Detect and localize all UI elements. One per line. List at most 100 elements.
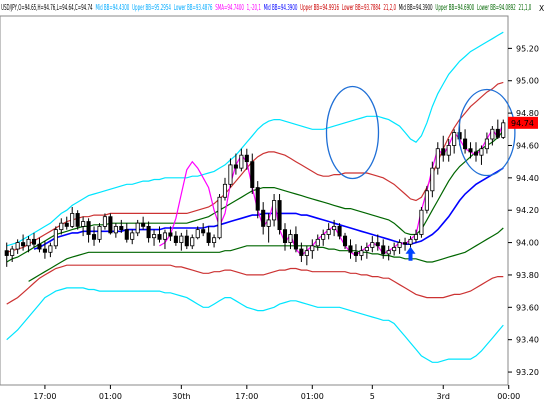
candle-body (222, 183, 228, 198)
candle-body (233, 164, 238, 169)
header-item: Mid BB=94.3900 (399, 4, 433, 13)
x-tick-label: 3rd (437, 392, 450, 401)
candle-body (332, 225, 337, 231)
header-item: SMA=94.7400 (215, 4, 244, 13)
candle-body (91, 234, 97, 240)
candle-body (490, 128, 495, 140)
candle-body (413, 234, 419, 240)
price-chart: 95.20 95.00 94.80 94.60 94.40 94.20 94.00 93.80… (0, 0, 550, 405)
candle-body (288, 234, 293, 243)
candle-body (321, 234, 326, 240)
candle-body (10, 248, 15, 256)
x-tick-label: 30th (172, 392, 190, 401)
x-tick-label: 17:00 (33, 392, 56, 401)
candle-body (266, 219, 271, 227)
candle-body (152, 234, 157, 239)
y-tick-label: 94.00 (516, 239, 539, 248)
candle-body (59, 222, 64, 231)
candle-body (217, 196, 222, 239)
candle-body (463, 138, 468, 150)
candle-body (304, 250, 309, 256)
candle-body (310, 245, 315, 252)
candle-body (375, 242, 380, 247)
candle-body (272, 200, 277, 221)
candle-body (141, 222, 146, 227)
candle-body (282, 229, 288, 243)
candle-body (403, 242, 408, 245)
candle-body (42, 248, 47, 253)
candle-body (277, 200, 282, 231)
candle-body (326, 229, 331, 235)
candle-body (430, 167, 435, 192)
header-item: Lower BB=94.0892 (477, 4, 516, 13)
candle-body (53, 229, 58, 247)
candle-body (201, 229, 206, 234)
header-item: Upper BB=94.6900 (435, 4, 474, 13)
candle-body (315, 238, 320, 247)
candle-body (124, 229, 129, 240)
candle-body (26, 238, 31, 247)
candle-body (392, 247, 397, 252)
y-tick-label: 93.40 (516, 336, 539, 345)
candle-body (261, 209, 266, 227)
candle-body (299, 248, 304, 256)
header-item: 21,2,0 (383, 4, 396, 13)
candle-body (353, 251, 358, 256)
header-item: Upper BB=95.2954 (132, 4, 171, 13)
candle-body (184, 235, 189, 247)
candle-body (212, 237, 217, 243)
candle-body (97, 225, 102, 240)
candle-body (37, 243, 42, 250)
candle-body (206, 232, 211, 243)
y-tick-label: 93.60 (516, 303, 539, 312)
candle-body (157, 234, 162, 240)
candle-body (381, 245, 386, 255)
candle-body (244, 154, 249, 163)
y-tick-label: 93.20 (516, 368, 539, 377)
candle-body (239, 154, 244, 169)
x-tick-label: 5 (370, 392, 375, 401)
candle-body (48, 245, 53, 253)
header-item: Lower BB=93.4876 (174, 4, 213, 13)
x-tick-label: 01:00 (99, 392, 122, 401)
candle-body (342, 235, 348, 247)
candle-body (419, 209, 424, 235)
candle-body (364, 247, 369, 252)
candle-body (293, 234, 298, 250)
candle-body (108, 216, 113, 234)
candle-body (501, 122, 506, 138)
close-icon[interactable]: X (539, 4, 544, 13)
x-tick-label: 01:00 (301, 392, 324, 401)
candle-body (21, 242, 26, 247)
y-tick-label: 95.00 (516, 77, 539, 86)
candle-body (195, 229, 200, 239)
candle-body (75, 213, 80, 227)
candle-body (250, 161, 255, 188)
candle-body (473, 151, 479, 156)
candle-body (113, 225, 118, 234)
candle-body (173, 235, 178, 243)
candle-body (370, 242, 375, 248)
header-item: Mid BB=94.4300 (96, 4, 130, 13)
header-item: Mid BB=94.3900 (264, 4, 298, 13)
close-button[interactable]: X (536, 2, 548, 13)
header-item: 21,1,0 (519, 4, 532, 13)
candle-body (468, 148, 473, 153)
candle-body (408, 238, 413, 245)
candle-body (135, 222, 140, 234)
y-tick-label: 93.80 (516, 271, 539, 280)
last-price-label: 94.74 (511, 119, 534, 128)
candle-body (168, 232, 173, 237)
candle-body (31, 238, 37, 245)
candle-body (435, 148, 440, 169)
candle-body (70, 213, 75, 227)
candle-body (15, 242, 20, 250)
x-tick-label: 17:00 (235, 392, 258, 401)
candle-body (441, 148, 446, 156)
candle-body (255, 187, 260, 211)
candle-body (102, 216, 107, 227)
y-tick-label: 94.60 (516, 141, 539, 150)
y-tick-label: 95.20 (516, 44, 539, 53)
header-legend: USD/JPY,O=94.65,H=94.76,L=94.64,C=94.74 M… (1, 4, 531, 13)
candle-body (452, 132, 457, 146)
